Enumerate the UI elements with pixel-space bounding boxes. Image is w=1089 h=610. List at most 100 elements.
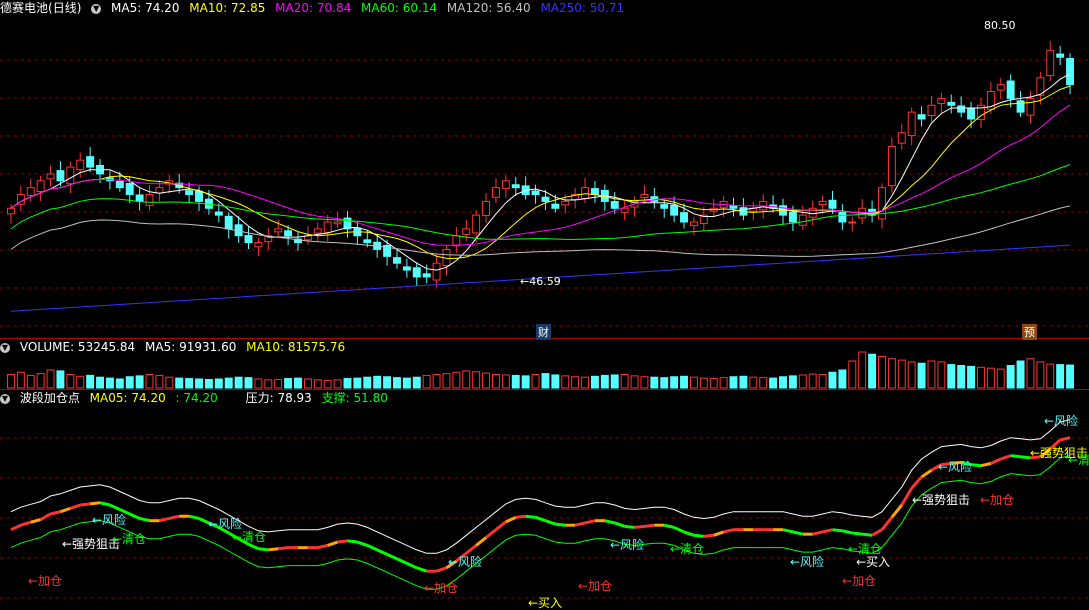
volume-bar [739, 375, 748, 389]
dropdown-icon[interactable]: ▼ [0, 342, 10, 353]
volume-bar [393, 377, 401, 389]
candle-body [333, 221, 342, 225]
volume-bar [204, 378, 213, 389]
wave-segment [356, 540, 368, 547]
wave-segment [1000, 454, 1012, 461]
wave-segment [634, 524, 645, 529]
signal-label: ←清仓 [232, 530, 266, 544]
volume-value: VOLUME: 53245.84 [19, 340, 136, 354]
candle-body [56, 170, 65, 182]
volume-bar [957, 365, 966, 389]
wave-segment [416, 566, 428, 573]
candle-body [640, 194, 649, 199]
volume-bar [224, 377, 233, 389]
volume-bar [145, 374, 154, 389]
volume-bar [46, 369, 55, 389]
volume-bar [462, 370, 471, 389]
chart-canvas[interactable]: ←加仓←强势狙击←清仓←风险 ←风险←清仓←风险←加仓←风险 ←清仓←买入←加仓←风… [0, 0, 1089, 610]
volume-bar [967, 365, 976, 389]
wave-segment [20, 520, 32, 527]
volume-bar [590, 375, 599, 389]
candle-body [145, 194, 154, 206]
signal-label: ←风险 [208, 516, 242, 531]
volume-bar [749, 376, 758, 389]
low-price-label: ←46.59 [520, 275, 561, 288]
signal-label: ←风险 [1044, 413, 1078, 428]
candle-body [462, 228, 471, 235]
volume-bar [501, 374, 510, 389]
volume-bar [650, 376, 659, 389]
wave-segment [10, 523, 22, 532]
volume-bar [452, 371, 461, 389]
volume-bar [620, 374, 629, 389]
forecast-badge[interactable]: 预 [1022, 324, 1037, 340]
volume-ma10: MA10: 81575.76 [246, 340, 346, 354]
volume-bar [521, 375, 530, 389]
volume-bar [759, 377, 768, 389]
volume-bar [729, 376, 738, 389]
candle-body [1066, 57, 1075, 86]
candle-body [115, 180, 124, 189]
candle-body [323, 221, 332, 233]
wave-segment [544, 519, 556, 526]
wave-segment [812, 530, 823, 536]
signal-label: ←风险 [790, 554, 824, 569]
volume-bar [412, 376, 421, 389]
candle-body [412, 267, 421, 278]
volume-bar [76, 375, 85, 389]
signal-label: ←风险 [92, 512, 126, 527]
signal-label: ←加仓 [842, 574, 876, 588]
financial-report-badge[interactable]: 财 [536, 324, 551, 340]
volume-bar [1056, 364, 1065, 389]
volume-bar [402, 377, 411, 389]
candle-body [482, 200, 491, 216]
candle-body [561, 200, 570, 206]
candle-body [590, 188, 599, 196]
candle-body [838, 211, 847, 223]
candle-body [967, 107, 976, 120]
candle-body [798, 214, 807, 226]
dropdown-icon[interactable]: ▼ [0, 393, 10, 404]
candle-body [254, 242, 263, 248]
candle-body [491, 187, 500, 198]
volume-bar [96, 376, 104, 389]
candle-body [224, 215, 233, 230]
candle-body [363, 239, 372, 244]
wave-segment [347, 539, 358, 544]
candle-body [818, 200, 827, 205]
volume-bar [630, 375, 639, 389]
wave-segment [584, 519, 596, 525]
candle-body [927, 104, 936, 116]
wave-segment [693, 533, 704, 538]
volume-bar [848, 360, 857, 389]
wave-segment [920, 468, 933, 479]
wave-segment [495, 520, 507, 531]
volume-bar [610, 374, 619, 389]
candle-body [729, 205, 738, 209]
candle-body [313, 228, 322, 234]
volume-bar [56, 370, 65, 389]
volume-bar [185, 378, 194, 389]
volume-bar [432, 374, 441, 389]
candle-body [917, 114, 926, 120]
signal-label: ←加仓 [28, 574, 62, 588]
volume-bar [1026, 358, 1035, 389]
volume-bar [254, 378, 263, 389]
volume-bar [165, 376, 174, 389]
volume-bar [422, 374, 431, 389]
signal-label: ←买入 [528, 596, 562, 610]
volume-bar [947, 364, 956, 389]
candle-body [6, 207, 15, 215]
wave-segment [782, 528, 794, 534]
volume-bar [264, 379, 273, 389]
wave-segment [129, 512, 141, 520]
candle-body [620, 207, 629, 213]
volume-bar [442, 373, 451, 389]
volume-bar [531, 374, 540, 389]
volume-bar [878, 356, 886, 389]
volume-bar [699, 377, 708, 389]
wave-segment [80, 502, 91, 507]
volume-bar [769, 377, 778, 389]
wave-segment [703, 533, 714, 538]
wave-segment [1059, 436, 1071, 442]
